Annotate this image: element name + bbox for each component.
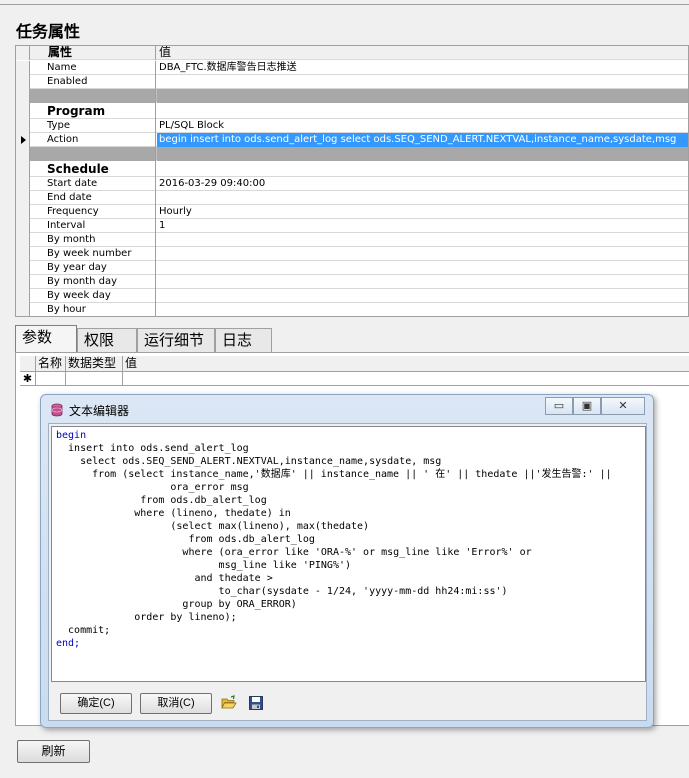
section-program: Program	[16, 103, 688, 119]
editor-body: begin insert into ods.send_alert_log sel…	[48, 423, 647, 721]
code-line: from ods.db_alert_log	[56, 534, 315, 545]
top-divider	[0, 4, 689, 5]
tab-run-details[interactable]: 运行细节	[137, 328, 215, 353]
property-key: By month	[30, 233, 156, 247]
property-row-by-month-day[interactable]: By month day	[16, 275, 688, 289]
property-row-enabled[interactable]: Enabled	[16, 75, 688, 89]
property-row-name[interactable]: Name DBA_FTC.数据库警告日志推送	[16, 61, 688, 75]
code-line: from (select instance_name,'数据库' || inst…	[56, 469, 612, 480]
property-value[interactable]: 2016-03-29 09:40:00	[157, 177, 688, 191]
code-line: end;	[56, 638, 81, 649]
close-button[interactable]: ✕	[601, 397, 645, 415]
header-value-label: 值	[159, 46, 172, 59]
property-key: Action	[30, 133, 156, 147]
property-key: Interval	[30, 219, 156, 233]
code-line: and thedate >	[56, 573, 273, 584]
property-key: Frequency	[30, 205, 156, 219]
code-textarea[interactable]: begin insert into ods.send_alert_log sel…	[51, 426, 646, 682]
row-indicator-header	[20, 356, 36, 372]
property-key: Start date	[30, 177, 156, 191]
property-value[interactable]	[157, 247, 688, 261]
param-value-cell[interactable]	[123, 372, 689, 386]
property-row-by-week-day[interactable]: By week day	[16, 289, 688, 303]
property-row-by-week-number[interactable]: By week number	[16, 247, 688, 261]
column-header-name[interactable]: 名称	[36, 356, 66, 372]
code-line: where (ora_error like 'ORA-%' or msg_lin…	[56, 547, 532, 558]
param-name-cell[interactable]	[36, 372, 66, 386]
code-line: order by lineno);	[56, 612, 237, 623]
property-row-by-hour[interactable]: By hour	[16, 303, 688, 316]
property-key: Type	[30, 119, 156, 133]
property-value[interactable]: begin insert into ods.send_alert_log sel…	[157, 133, 688, 147]
property-key: By week day	[30, 289, 156, 303]
property-key: By week number	[30, 247, 156, 261]
maximize-button[interactable]: ▣	[573, 397, 601, 415]
code-line: from ods.db_alert_log	[56, 495, 267, 506]
code-line: (select max(lineno), max(thedate)	[56, 521, 370, 532]
property-key: By year day	[30, 261, 156, 275]
property-value[interactable]	[157, 233, 688, 247]
property-row-by-year-day[interactable]: By year day	[16, 261, 688, 275]
section-schedule: Schedule	[16, 161, 688, 177]
code-line: commit;	[56, 625, 111, 636]
property-key: By month day	[30, 275, 156, 289]
property-value[interactable]: PL/SQL Block	[157, 119, 688, 133]
refresh-button[interactable]: 刷新	[17, 740, 90, 763]
property-row-frequency[interactable]: Frequency Hourly	[16, 205, 688, 219]
section-separator	[16, 89, 688, 103]
database-icon	[51, 403, 63, 417]
property-value[interactable]	[157, 303, 688, 316]
param-datatype-cell[interactable]	[66, 372, 123, 386]
column-header-datatype[interactable]: 数据类型	[66, 356, 123, 372]
tab-log[interactable]: 日志	[215, 328, 272, 353]
property-value[interactable]	[157, 289, 688, 303]
text-editor-dialog: 文本编辑器 ▭ ▣ ✕ begin insert into ods.send_a…	[40, 394, 654, 728]
property-row-interval[interactable]: Interval 1	[16, 219, 688, 233]
ok-button[interactable]: 确定(C)	[60, 693, 132, 714]
property-value[interactable]: 1	[157, 219, 688, 233]
open-folder-icon[interactable]	[221, 695, 237, 711]
code-line: where (lineno, thedate) in	[56, 508, 291, 519]
tab-permissions[interactable]: 权限	[77, 328, 137, 353]
section-separator	[16, 147, 688, 161]
property-row-type[interactable]: Type PL/SQL Block	[16, 119, 688, 133]
column-header-value[interactable]: 值	[123, 356, 689, 372]
property-key: End date	[30, 191, 156, 205]
header-key-label: 属性	[30, 46, 156, 60]
section-title: Program	[30, 103, 156, 119]
property-row-action[interactable]: Action begin insert into ods.send_alert_…	[16, 133, 688, 147]
code-line: insert into ods.send_alert_log	[56, 443, 249, 454]
save-icon[interactable]	[248, 695, 264, 711]
page-title: 任务属性	[16, 22, 81, 41]
property-key: By hour	[30, 303, 156, 316]
minimize-button[interactable]: ▭	[545, 397, 573, 415]
property-grid[interactable]: 属性 值 Name DBA_FTC.数据库警告日志推送 Enabled Prog…	[15, 45, 689, 317]
property-value[interactable]	[157, 191, 688, 205]
code-line: to_char(sysdate - 1/24, 'yyyy-mm-dd hh24…	[56, 586, 508, 597]
property-row-end-date[interactable]: End date	[16, 191, 688, 205]
new-row-icon: ✱	[20, 372, 36, 386]
cancel-button[interactable]: 取消(C)	[140, 693, 212, 714]
property-row-start-date[interactable]: Start date 2016-03-29 09:40:00	[16, 177, 688, 191]
property-key: Enabled	[30, 75, 156, 89]
property-value[interactable]	[157, 275, 688, 289]
params-table-header: 名称 数据类型 值	[20, 356, 689, 372]
property-value[interactable]	[157, 261, 688, 275]
property-row-by-month[interactable]: By month	[16, 233, 688, 247]
dialog-title: 文本编辑器	[69, 404, 130, 418]
code-line: select ods.SEQ_SEND_ALERT.NEXTVAL,instan…	[56, 456, 442, 467]
property-value[interactable]	[157, 75, 688, 89]
code-line: begin	[56, 430, 87, 441]
code-line: msg_line like 'PING%')	[56, 560, 352, 571]
property-grid-header: 属性 值	[16, 46, 688, 60]
property-key: Name	[30, 61, 156, 75]
row-pointer-icon	[21, 136, 26, 144]
code-line: ora_error msg	[56, 482, 249, 493]
property-value[interactable]: DBA_FTC.数据库警告日志推送	[157, 61, 688, 75]
property-value[interactable]: Hourly	[157, 205, 688, 219]
tab-parameters[interactable]: 参数	[15, 325, 77, 354]
code-line: group by ORA_ERROR)	[56, 599, 297, 610]
section-title: Schedule	[30, 161, 156, 177]
params-new-row[interactable]: ✱	[20, 372, 689, 386]
